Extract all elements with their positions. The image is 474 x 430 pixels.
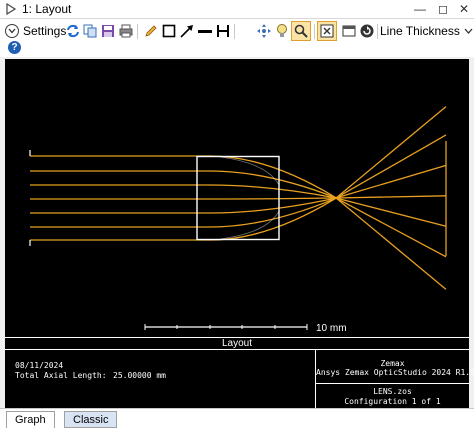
axial-length-value: 25.00000 mm [113, 371, 166, 380]
minimize-button[interactable]: — [412, 1, 428, 17]
plot-caption-text: Layout [221, 338, 253, 349]
copy-icon[interactable] [81, 22, 99, 40]
ray-path [30, 106, 447, 241]
axial-length-label: Total Axial Length: [15, 371, 107, 380]
line-thickness-label: Line Thickness [380, 24, 460, 38]
toolbar-separator [314, 24, 315, 39]
print-icon[interactable] [117, 22, 135, 40]
title-bar: 1: Layout — ◻ ✕ [0, 0, 474, 19]
toolbar-separator [234, 24, 235, 39]
rotate-icon[interactable] [358, 22, 376, 40]
zoom-icon[interactable] [291, 21, 311, 41]
layout-drawing [29, 106, 447, 330]
layout-plot [5, 59, 469, 337]
window-icon[interactable] [340, 22, 358, 40]
line-thickness-dropdown[interactable]: Line Thickness [380, 22, 473, 40]
info-divider [315, 383, 469, 384]
toolbar-separator [137, 24, 138, 39]
pencil-icon[interactable] [142, 22, 160, 40]
ray-path [30, 195, 447, 200]
line-icon[interactable] [196, 22, 214, 40]
save-icon[interactable] [99, 22, 117, 40]
layout-window: 1: Layout — ◻ ✕ Settings Line Thickness … [0, 0, 474, 430]
company-text: Zemax [380, 359, 405, 368]
date-text: 08/11/2024 [15, 361, 64, 370]
maximize-button[interactable]: ◻ [435, 1, 451, 17]
tab-classic[interactable]: Classic [64, 411, 118, 428]
ray-path [30, 155, 447, 290]
product-text: Ansys Zemax OpticStudio 2024 R1.00 [316, 368, 474, 377]
plot-caption: Layout [5, 337, 469, 350]
refresh-icon[interactable] [64, 22, 82, 40]
chevron-down-icon [464, 28, 473, 34]
ray-fan [30, 106, 447, 290]
fit-icon[interactable] [317, 21, 337, 41]
view-tabs: Graph Classic [0, 408, 474, 430]
settings-label: Settings [23, 24, 67, 38]
scale-bar-label: 10 mm [316, 323, 347, 334]
window-icon [6, 3, 17, 15]
tab-graph[interactable]: Graph [6, 411, 55, 428]
dimension-icon[interactable] [214, 22, 232, 40]
arrow-icon[interactable] [178, 22, 196, 40]
filename-text: LENS.zos [373, 387, 412, 396]
rectangle-icon[interactable] [160, 22, 178, 40]
window-title: 1: Layout [22, 2, 72, 16]
chevron-down-icon [5, 24, 19, 38]
close-button[interactable]: ✕ [456, 1, 472, 17]
configuration-text: Configuration 1 of 1 [344, 397, 441, 406]
help-icon[interactable]: ? [8, 41, 21, 54]
pan-icon[interactable] [255, 22, 273, 40]
settings-button[interactable]: Settings [5, 22, 66, 40]
toolbar: Settings Line Thickness ? [0, 19, 474, 57]
toolbar-separator [377, 24, 378, 39]
ray-path [30, 184, 447, 227]
info-box: 08/11/2024 Total Axial Length: 25.00000 … [5, 350, 474, 408]
bulb-icon[interactable] [273, 22, 291, 40]
scale-bar [144, 324, 308, 330]
